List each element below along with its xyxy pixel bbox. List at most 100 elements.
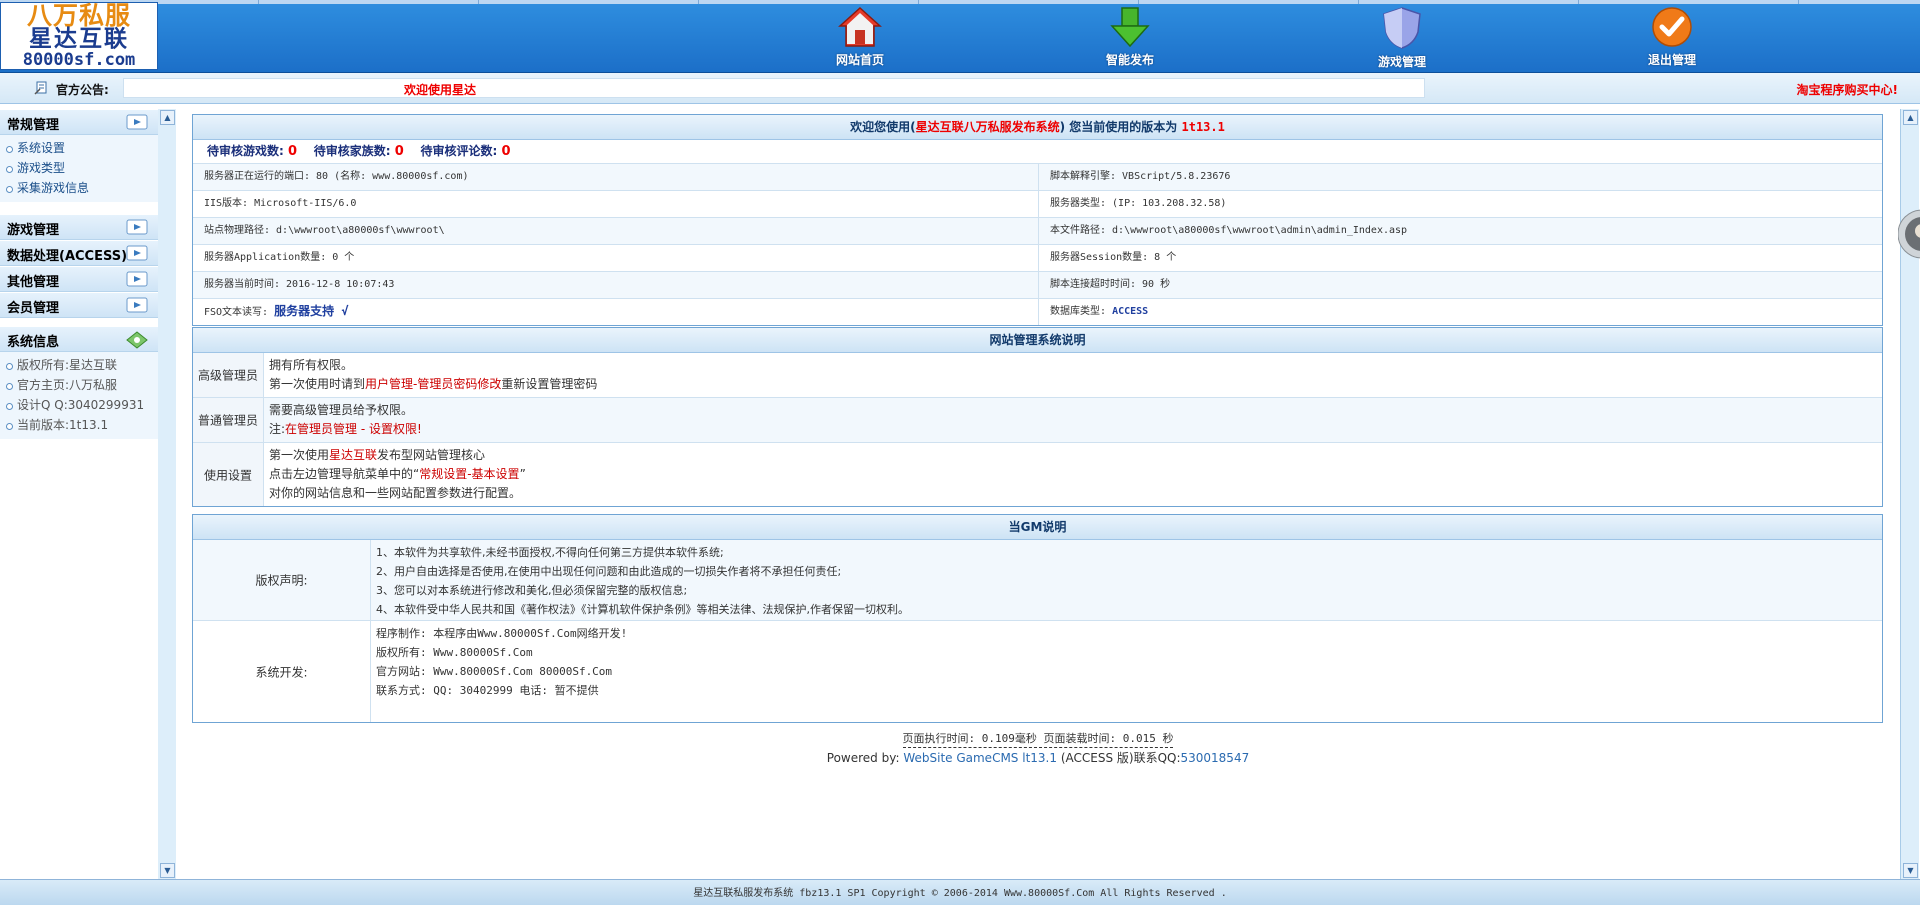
qq-link[interactable]: 530018547 [1181,751,1250,765]
gm-description-panel: 当GM说明 版权声明: 1、本软件为共享软件,未经书面授权,不得向任何第三方提供… [192,514,1883,723]
sidebar-item-system-settings[interactable]: 系统设置 [0,138,158,158]
sidebar-item-collect-game-info[interactable]: 采集游戏信息 [0,178,158,198]
scroll-down-icon[interactable]: ▼ [160,863,175,878]
powered-by: Powered by: WebSite GameCMS lt13.1 (ACCE… [176,749,1900,766]
management-description-panel: 网站管理系统说明 高级管理员 拥有所有权限。 第一次使用时请到用户管理-管理员密… [192,327,1883,507]
sidebar-group-general: 常规管理 系统设置 游戏类型 采集游戏信息 [0,109,158,202]
copyright-text: 星达互联私服发布系统 fbz13.1 SP1 Copyright © 2006-… [693,888,1227,899]
desc-line: 第一次使用时请到用户管理-管理员密码修改重新设置管理密码 [269,377,598,391]
sidebar-header-member-manage[interactable]: 会员管理 [0,292,158,318]
sidebar-header-other-manage[interactable]: 其他管理 [0,266,158,292]
info-application-count: 服务器Application数量: 0 个 [193,245,1039,271]
info-fso: FSO文本读写: 服务器支持 √ [193,299,1039,325]
mgmt-row-label: 高级管理员 [197,368,258,383]
server-info-panel: 欢迎您使用(星达互联八万私服发布系统) 您当前使用的版本为 1t13.1 待审核… [192,114,1883,326]
sidebar-item-game-types[interactable]: 游戏类型 [0,158,158,178]
sidebar-header-label: 常规管理 [7,118,60,133]
pending-comments-label: 待审核评论数: [420,144,498,158]
expand-toggle-icon [126,219,148,235]
desc-line: 第一次使用星达互联发布型网站管理核心 [269,448,486,462]
copyright-line: 3、您可以对本系统进行修改和美化,但必须保留完整的版权信息; [376,584,688,597]
sidebar-items-general: 系统设置 游戏类型 采集游戏信息 [0,135,158,202]
powered-suffix: (ACCESS 版)联系QQ: [1057,751,1181,765]
scroll-down-icon[interactable]: ▼ [1903,863,1918,878]
expand-toggle-icon [126,245,148,261]
site-logo[interactable]: 八万私服 星达互联 80000sf.com [0,2,158,70]
mgmt-row-normal-admin: 普通管理员 需要高级管理员给予权限。 注:在管理员管理 - 设置权限! [193,398,1882,443]
sysinfo-qq: 设计Q Q:3040299931 [0,395,158,415]
sidebar-items-sysinfo: 版权所有:星达互联 官方主页:八万私服 设计Q Q:3040299931 当前版… [0,352,158,439]
sidebar-header-data-processing[interactable]: 数据处理(ACCESS) [0,240,158,266]
sidebar-header-game-manage[interactable]: 游戏管理 [0,214,158,240]
gamecms-link[interactable]: WebSite GameCMS lt13.1 [903,751,1057,765]
welcome-prefix: 欢迎您使用( [850,120,916,134]
home-icon [838,6,882,47]
dev-line: 程序制作: 本程序由Www.80000Sf.Com网络开发! [376,627,628,640]
mgmt-row-label: 使用设置 [203,468,252,482]
gm-dev-label: 系统开发: [255,665,308,679]
shield-icon [1383,7,1421,49]
dev-line: 版权所有: Www.80000Sf.Com [376,646,533,659]
info-script-timeout: 脚本连接超时时间: 90 秒 [1050,279,1171,290]
info-physical-path: 站点物理路径: d:\wwwroot\a80000sf\wwwroot\ [193,218,1039,244]
sidebar-scrollbar[interactable]: ▲ ▼ [158,109,177,879]
info-server-time: 服务器当前时间: 2016-12-8 10:07:43 [193,272,1039,298]
gm-copyright-label: 版权声明: [255,573,308,588]
mgmt-row-senior-admin: 高级管理员 拥有所有权限。 第一次使用时请到用户管理-管理员密码修改重新设置管理… [193,353,1882,398]
info-row: 服务器正在运行的端口: 80 (名称: www.80000sf.com) 脚本解… [193,164,1882,191]
sysinfo-version: 当前版本:1t13.1 [0,415,158,435]
announcement-title: 官方公告: [56,83,109,97]
desc-line: 对你的网站信息和一些网站配置参数进行配置。 [269,486,522,500]
top-strip [0,0,1920,4]
info-row: 站点物理路径: d:\wwwroot\a80000sf\wwwroot\ 本文件… [193,218,1882,245]
scroll-up-icon[interactable]: ▲ [160,110,175,125]
sidebar-header-label: 其他管理 [7,275,60,290]
logo-line-3: 80000sf.com [22,50,136,70]
welcome-header: 欢迎您使用(星达互联八万私服发布系统) 您当前使用的版本为 1t13.1 [193,115,1882,140]
announcement-marquee: 欢迎使用星达 [123,78,1425,98]
nav-game-manage-button[interactable]: 游戏管理 [1347,6,1457,69]
info-badge-icon [126,331,148,349]
logo-line-2: 星达互联 [29,26,129,52]
mgmt-row-label: 普通管理员 [197,413,258,428]
expand-toggle-icon [126,297,148,313]
info-port: 服务器正在运行的端口: 80 (名称: www.80000sf.com) [193,164,1039,190]
nav-home-button[interactable]: 网站首页 [805,6,915,68]
set-permission-link[interactable]: 在管理员管理 - 设置权限! [285,422,422,436]
db-type-label: 数据库类型: [1050,306,1107,317]
basic-settings-link[interactable]: 常规设置-基本设置 [419,467,519,481]
db-type-value: ACCESS [1112,306,1149,317]
pending-families-label: 待审核家族数: [313,144,391,158]
desc-line: 需要高级管理员给予权限。 [269,403,414,417]
pending-counts-row: 待审核游戏数: 0 待审核家族数: 0 待审核评论数: 0 [193,140,1882,164]
announcement-bar: 官方公告: 欢迎使用星达 淘宝程序购买中心! [0,73,1920,104]
copyright-bar: 星达互联私服发布系统 fbz13.1 SP1 Copyright © 2006-… [0,879,1920,905]
info-file-path: 本文件路径: d:\wwwroot\a80000sf\wwwroot\admin… [1050,225,1408,236]
top-banner: 八万私服 星达互联 80000sf.com 网站首页 智能发布 游戏管理 退出管… [0,0,1920,73]
info-db-type: 数据库类型: ACCESS [1039,299,1882,325]
sidebar: 常规管理 系统设置 游戏类型 采集游戏信息 游戏管理 数据处理(ACCESS) … [0,109,159,879]
scroll-up-icon[interactable]: ▲ [1903,110,1918,125]
pending-comments-count: 0 [501,144,511,159]
sidebar-group-sysinfo: 系统信息 版权所有:星达互联 官方主页:八万私服 设计Q Q:304029993… [0,326,158,439]
version-value: 1t13.1 [1181,120,1225,134]
mgmt-row-usage-setup: 使用设置 第一次使用星达互联发布型网站管理核心 点击左边管理导航菜单中的“常规设… [193,443,1882,506]
gm-copyright-text: 1、本软件为共享软件,未经书面授权,不得向任何第三方提供本软件系统; 2、用户自… [371,540,909,619]
copyright-line: 2、用户自由选择是否使用,在使用中出现任何问题和由此造成的一切损失作者将不承担任… [376,565,842,578]
dev-line: 联系方式: QQ: 30402999 电话: 暂不提供 [376,684,599,697]
gm-title: 当GM说明 [193,515,1882,540]
floating-widget[interactable] [1898,205,1920,263]
mgmt-row-desc: 需要高级管理员给予权限。 注:在管理员管理 - 设置权限! [264,398,422,439]
nav-logout-button[interactable]: 退出管理 [1617,6,1727,68]
welcome-middle: ) 您当前使用的版本为 [1059,120,1178,134]
sidebar-header-general[interactable]: 常规管理 [0,109,158,135]
copyright-line: 1、本软件为共享软件,未经书面授权,不得向任何第三方提供本软件系统; [376,546,724,559]
nav-publish-button[interactable]: 智能发布 [1075,6,1185,68]
logo-line-1: 八万私服 [26,1,131,30]
info-server-type: 服务器类型: (IP: 103.208.32.58) [1050,198,1227,209]
info-iis-version: IIS版本: Microsoft-IIS/6.0 [193,191,1039,217]
sidebar-header-sysinfo[interactable]: 系统信息 [0,326,158,352]
password-change-link[interactable]: 用户管理-管理员密码修改 [365,377,501,391]
expand-toggle-icon [126,271,148,287]
shop-link[interactable]: 淘宝程序购买中心! [1797,81,1898,98]
